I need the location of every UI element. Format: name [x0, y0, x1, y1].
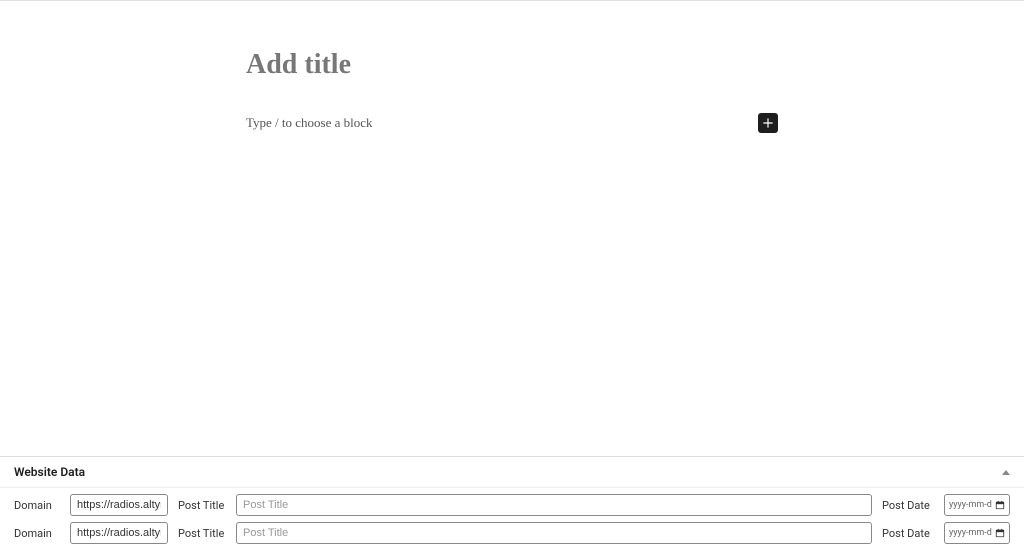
plus-icon — [761, 116, 775, 130]
block-placeholder-text[interactable]: Type / to choose a block — [246, 115, 373, 131]
post-title-label: Post Title — [178, 499, 226, 512]
post-title-input[interactable] — [246, 49, 778, 81]
post-date-label: Post Date — [882, 499, 934, 512]
post-title-meta-input[interactable] — [236, 522, 872, 544]
date-placeholder-text: yyyy-mm-d — [949, 500, 992, 510]
meta-row: Domain Post Title Post Date yyyy-mm-d — [14, 494, 1010, 516]
domain-label: Domain — [14, 527, 60, 540]
post-title-label: Post Title — [178, 527, 226, 540]
date-placeholder-text: yyyy-mm-d — [949, 528, 992, 538]
calendar-icon — [995, 500, 1005, 510]
post-title-meta-input[interactable] — [236, 494, 872, 516]
metabox-body: Domain Post Title Post Date yyyy-mm-d Do… — [0, 488, 1024, 552]
domain-label: Domain — [14, 499, 60, 512]
post-date-input[interactable]: yyyy-mm-d — [944, 494, 1010, 516]
post-date-input[interactable]: yyyy-mm-d — [944, 522, 1010, 544]
calendar-icon — [995, 528, 1005, 538]
add-block-button[interactable] — [758, 113, 778, 133]
post-date-label: Post Date — [882, 527, 934, 540]
collapse-icon[interactable] — [1002, 470, 1010, 475]
meta-row: Domain Post Title Post Date yyyy-mm-d — [14, 522, 1010, 544]
metabox-title: Website Data — [14, 465, 85, 479]
metabox-header[interactable]: Website Data — [0, 457, 1024, 488]
website-data-metabox: Website Data Domain Post Title Post Date… — [0, 456, 1024, 552]
domain-input[interactable] — [70, 494, 168, 516]
editor-area: Type / to choose a block — [0, 1, 1024, 456]
domain-input[interactable] — [70, 522, 168, 544]
block-row: Type / to choose a block — [246, 113, 778, 133]
editor-content: Type / to choose a block — [246, 49, 778, 456]
